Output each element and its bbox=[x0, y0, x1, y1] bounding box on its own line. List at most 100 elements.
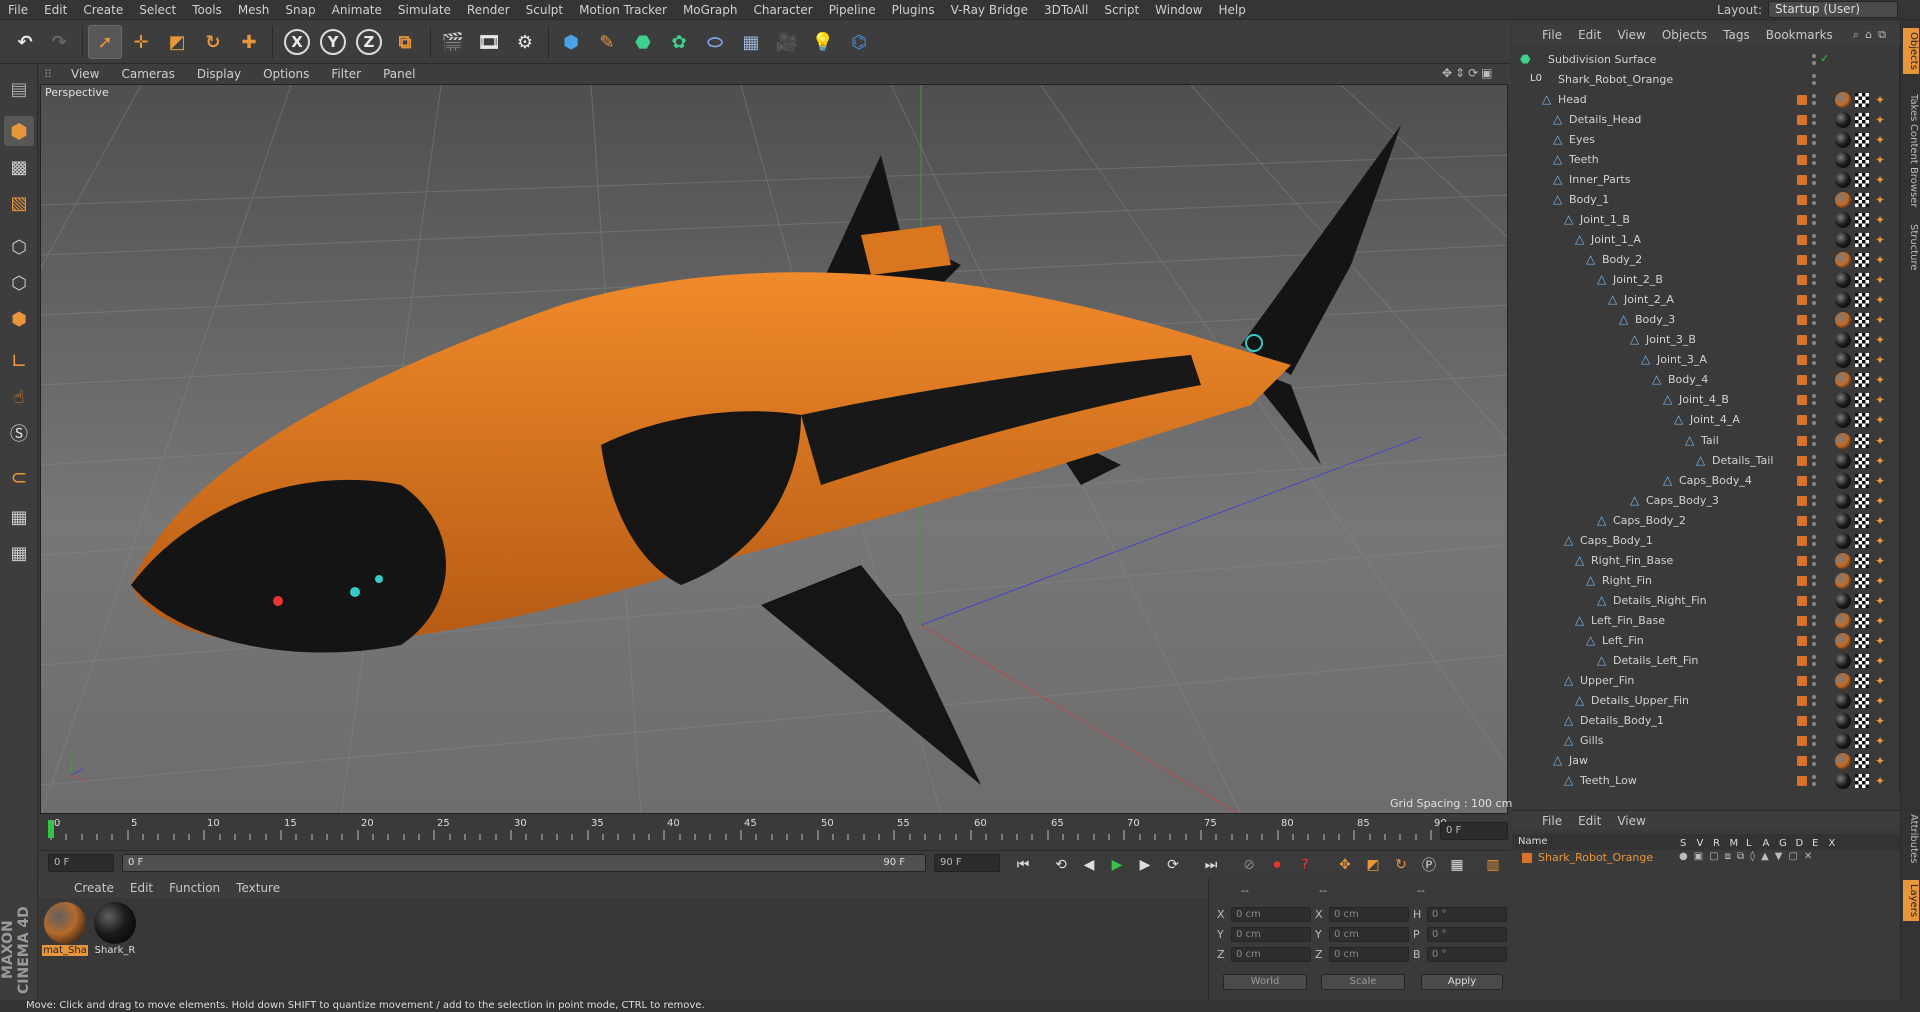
layer-color-icon[interactable] bbox=[1797, 535, 1807, 546]
material-tag-icon[interactable] bbox=[1835, 112, 1851, 129]
material-tag-icon[interactable] bbox=[1835, 132, 1851, 149]
make-editable-icon[interactable]: ▤ bbox=[4, 74, 34, 104]
phong-tag-icon[interactable]: ✦ bbox=[1875, 474, 1889, 488]
uvw-tag-icon[interactable] bbox=[1855, 573, 1869, 588]
layer-menu-edit[interactable]: Edit bbox=[1570, 814, 1609, 828]
layer-color-icon[interactable] bbox=[1797, 255, 1807, 266]
phong-tag-icon[interactable]: ✦ bbox=[1875, 213, 1889, 227]
uvw-tag-icon[interactable] bbox=[1855, 173, 1869, 188]
polygons-mode-icon[interactable]: ⬢ bbox=[4, 304, 34, 334]
visibility-dots[interactable] bbox=[1811, 53, 1817, 67]
layer-color-icon[interactable] bbox=[1797, 755, 1807, 766]
uvw-tag-icon[interactable] bbox=[1855, 193, 1869, 208]
uvw-tag-icon[interactable] bbox=[1855, 253, 1869, 268]
light-icon[interactable]: 💡 bbox=[806, 25, 840, 59]
redo-icon[interactable]: ↷ bbox=[42, 25, 76, 59]
layer-color-icon[interactable] bbox=[1797, 776, 1807, 787]
material-tag-icon[interactable] bbox=[1835, 532, 1851, 549]
object-row[interactable]: △ Details_Left_Fin ✦ bbox=[1512, 651, 1900, 671]
material-tag-icon[interactable] bbox=[1835, 252, 1851, 269]
coord-size-field[interactable]: 0 cm bbox=[1329, 947, 1409, 962]
coord-pos-field[interactable]: 0 cm bbox=[1231, 947, 1311, 962]
layer-color-icon[interactable] bbox=[1797, 575, 1807, 586]
object-row[interactable]: △ Joint_2_B ✦ bbox=[1512, 270, 1900, 290]
layer-color-icon[interactable] bbox=[1797, 295, 1807, 306]
next-frame-icon[interactable]: ▶ bbox=[1134, 854, 1156, 876]
material-tag-icon[interactable] bbox=[1835, 212, 1851, 229]
visibility-dots[interactable] bbox=[1811, 253, 1817, 267]
menu-character[interactable]: Character bbox=[745, 3, 820, 17]
uvw-tag-icon[interactable] bbox=[1855, 93, 1869, 107]
material-tag-icon[interactable] bbox=[1835, 592, 1851, 609]
phong-tag-icon[interactable]: ✦ bbox=[1875, 173, 1889, 187]
object-row[interactable]: △ Head ✦ bbox=[1512, 90, 1900, 110]
object-row[interactable]: △ Left_Fin_Base ✦ bbox=[1512, 611, 1900, 631]
visibility-dots[interactable] bbox=[1811, 454, 1817, 468]
phong-tag-icon[interactable]: ✦ bbox=[1875, 133, 1889, 147]
viewport-menu-display[interactable]: Display bbox=[186, 67, 252, 81]
phong-tag-icon[interactable]: ✦ bbox=[1875, 153, 1889, 167]
right-tab-objects[interactable]: Objects bbox=[1903, 28, 1919, 74]
menu-render[interactable]: Render bbox=[459, 3, 518, 17]
phong-tag-icon[interactable]: ✦ bbox=[1875, 714, 1889, 728]
magnet-icon[interactable]: ⊂ bbox=[4, 462, 34, 492]
visibility-dots[interactable] bbox=[1811, 213, 1817, 227]
phong-tag-icon[interactable]: ✦ bbox=[1875, 93, 1889, 107]
object-row[interactable]: △ Tail ✦ bbox=[1512, 431, 1900, 451]
material-tag-icon[interactable] bbox=[1835, 372, 1851, 389]
object-row[interactable]: △ Joint_4_B ✦ bbox=[1512, 390, 1900, 410]
coord-size-field[interactable]: 0 cm bbox=[1329, 907, 1409, 922]
layer-color-icon[interactable] bbox=[1797, 275, 1807, 286]
uvw-tag-icon[interactable] bbox=[1855, 213, 1869, 228]
visibility-dots[interactable] bbox=[1811, 373, 1817, 387]
menu-pipeline[interactable]: Pipeline bbox=[821, 3, 884, 17]
layer-color-icon[interactable] bbox=[1797, 555, 1807, 566]
uvw-tag-icon[interactable] bbox=[1855, 513, 1869, 528]
menu-tools[interactable]: Tools bbox=[184, 3, 230, 17]
layer-color-icon[interactable] bbox=[1797, 235, 1807, 246]
snap-icon[interactable]: Ⓢ bbox=[4, 418, 34, 448]
python-icon[interactable]: ⌬ bbox=[842, 25, 876, 59]
material-tag-icon[interactable] bbox=[1835, 92, 1851, 108]
position-key-icon[interactable]: ✥ bbox=[1334, 854, 1356, 876]
layer-color-icon[interactable] bbox=[1797, 195, 1807, 206]
uvw-tag-icon[interactable] bbox=[1855, 553, 1869, 568]
material-tag-icon[interactable] bbox=[1835, 632, 1851, 649]
material-swatch[interactable]: Shark_R bbox=[92, 902, 138, 956]
object-row[interactable]: △ Right_Fin_Base ✦ bbox=[1512, 551, 1900, 571]
layer-menu-file[interactable]: File bbox=[1534, 814, 1570, 828]
visibility-dots[interactable] bbox=[1811, 674, 1817, 688]
object-row[interactable]: △ Eyes ✦ bbox=[1512, 130, 1900, 150]
visibility-dots[interactable] bbox=[1811, 514, 1817, 528]
visibility-dots[interactable] bbox=[1811, 173, 1817, 187]
layer-color-icon[interactable] bbox=[1797, 675, 1807, 686]
visibility-dots[interactable] bbox=[1811, 333, 1817, 347]
viewport-menu-panel[interactable]: Panel bbox=[372, 67, 426, 81]
uvw-tag-icon[interactable] bbox=[1855, 653, 1869, 668]
material-tag-icon[interactable] bbox=[1835, 292, 1851, 309]
uvw-tag-icon[interactable] bbox=[1855, 413, 1869, 428]
material-tag-icon[interactable] bbox=[1835, 152, 1851, 169]
phong-tag-icon[interactable]: ✦ bbox=[1875, 293, 1889, 307]
object-menu-tags[interactable]: Tags bbox=[1715, 28, 1758, 42]
phong-tag-icon[interactable]: ✦ bbox=[1875, 253, 1889, 267]
phong-tag-icon[interactable]: ✦ bbox=[1875, 594, 1889, 608]
visibility-dots[interactable] bbox=[1811, 313, 1817, 327]
material-tag-icon[interactable] bbox=[1835, 352, 1851, 369]
material-menu-function[interactable]: Function bbox=[161, 881, 228, 895]
visibility-dots[interactable] bbox=[1811, 353, 1817, 367]
menu-edit[interactable]: Edit bbox=[36, 3, 75, 17]
rotate-tool-icon[interactable]: ↻ bbox=[196, 25, 230, 59]
coordinate-system-icon[interactable]: ⧉ bbox=[388, 25, 422, 59]
object-row[interactable]: △ Body_3 ✦ bbox=[1512, 310, 1900, 330]
object-row[interactable]: △ Caps_Body_3 ✦ bbox=[1512, 491, 1900, 511]
layout-select[interactable]: Startup (User) bbox=[1768, 1, 1898, 18]
object-row[interactable]: △ Right_Fin ✦ bbox=[1512, 571, 1900, 591]
layer-color-icon[interactable] bbox=[1797, 315, 1807, 326]
visibility-dots[interactable] bbox=[1811, 133, 1817, 147]
layer-color-icon[interactable] bbox=[1797, 355, 1807, 366]
menu-motion-tracker[interactable]: Motion Tracker bbox=[571, 3, 675, 17]
camera-icon[interactable]: 🎥 bbox=[770, 25, 804, 59]
prev-key-icon[interactable]: ⟲ bbox=[1050, 854, 1072, 876]
uvw-tag-icon[interactable] bbox=[1855, 393, 1869, 408]
